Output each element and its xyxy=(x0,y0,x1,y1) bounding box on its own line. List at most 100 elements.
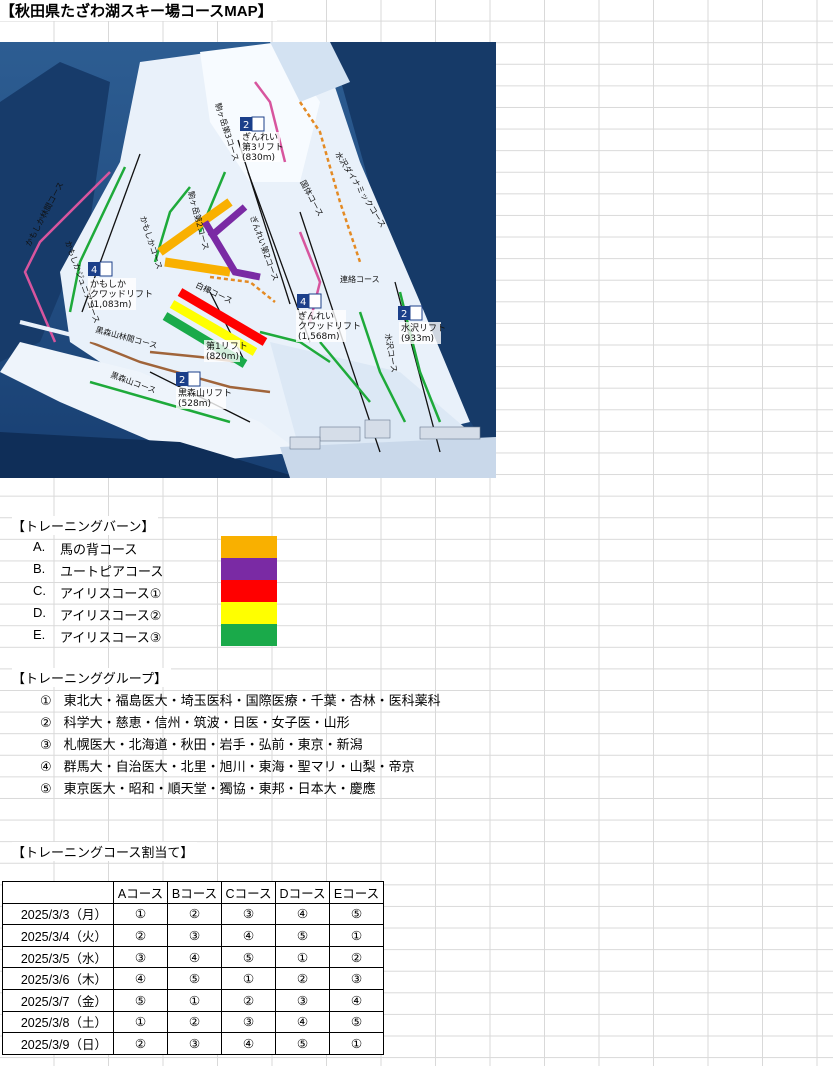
svg-text:かもしか: かもしか xyxy=(90,279,126,290)
group-number: ④ xyxy=(40,759,52,774)
training-groups-heading: 【トレーニンググループ】 xyxy=(12,668,171,687)
group-cell: ⑤ xyxy=(329,902,384,926)
svg-text:第1リフト: 第1リフト xyxy=(206,340,248,352)
group-cell: ⑤ xyxy=(221,945,276,969)
group-members: 東北大・福島医大・埼玉医科・国際医療・千葉・杏林・医科薬科 xyxy=(63,693,441,708)
group-cell: ① xyxy=(329,924,384,947)
group-members: 群馬大・自治医大・北里・旭川・東海・聖マリ・山梨・帝京 xyxy=(63,759,415,774)
lane-name: 馬の背コース xyxy=(60,542,138,557)
group-cell: ③ xyxy=(167,1032,222,1055)
lane-key: A. xyxy=(33,539,46,554)
svg-text:クワッドリフト: クワッドリフト xyxy=(298,321,361,332)
table-row: 2025/3/7（金） ⑤ ① ② ③ ④ xyxy=(2,988,384,1012)
group-number: ⑤ xyxy=(40,781,52,796)
group-cell: ③ xyxy=(113,945,168,969)
group-cell: ⑤ xyxy=(167,967,222,990)
group-cell: ② xyxy=(113,1032,168,1055)
table-row: 2025/3/8（土） ① ② ③ ④ ⑤ xyxy=(2,1010,384,1034)
group-cell: ④ xyxy=(329,988,384,1012)
group-members: 科学大・慈恵・信州・筑波・日医・女子医・山形 xyxy=(63,715,350,730)
table-row: 2025/3/3（月） ① ② ③ ④ ⑤ xyxy=(2,902,384,926)
svg-text:(933m): (933m) xyxy=(401,334,434,344)
group-cell: ① xyxy=(329,1032,384,1055)
svg-text:クワッドリフト: クワッドリフト xyxy=(90,289,153,300)
column-header: Dコース xyxy=(275,881,330,904)
group-cell: ① xyxy=(113,1010,168,1034)
table-header-row: Aコース Bコース Cコース Dコース Eコース xyxy=(2,881,384,904)
assignment-heading: 【トレーニングコース割当て】 xyxy=(12,842,198,861)
group-number: ② xyxy=(40,715,52,730)
group-cell: ③ xyxy=(221,902,276,926)
svg-text:(830m): (830m) xyxy=(242,153,275,163)
svg-text:第3リフト: 第3リフト xyxy=(242,141,284,153)
group-row: ⑤ 東京医大・昭和・順天堂・獨協・東邦・日本大・慶應 xyxy=(40,778,376,800)
group-number: ① xyxy=(40,693,52,708)
lane-row-a: A. 馬の背コース xyxy=(0,536,280,558)
group-cell: ① xyxy=(167,988,222,1012)
group-cell: ④ xyxy=(275,1010,330,1034)
lane-name: アイリスコース③ xyxy=(60,630,162,645)
group-cell: ⑤ xyxy=(113,988,168,1012)
group-row: ③ 札幌医大・北海道・秋田・岩手・弘前・東京・新潟 xyxy=(40,734,363,756)
table-row: 2025/3/4（火） ② ③ ④ ⑤ ① xyxy=(2,924,384,947)
column-header: Cコース xyxy=(221,881,276,904)
group-members: 東京医大・昭和・順天堂・獨協・東邦・日本大・慶應 xyxy=(63,781,376,796)
svg-text:(820m): (820m) xyxy=(206,352,239,362)
group-cell: ② xyxy=(221,988,276,1012)
lane-name: アイリスコース② xyxy=(60,608,162,623)
svg-text:ぎんれい: ぎんれい xyxy=(242,131,278,143)
lane-color-swatch xyxy=(221,602,277,624)
lane-color-swatch xyxy=(221,580,277,602)
table-row: 2025/3/5（水） ③ ④ ⑤ ① ② xyxy=(2,945,384,969)
group-cell: ② xyxy=(113,924,168,947)
lane-key: E. xyxy=(33,627,46,642)
column-header xyxy=(2,881,114,904)
group-cell: ① xyxy=(113,902,168,926)
lane-color-swatch xyxy=(221,624,277,646)
group-cell: ③ xyxy=(329,967,384,990)
group-cell: ① xyxy=(275,945,330,969)
lane-row-e: E. アイリスコース③ xyxy=(0,624,280,646)
svg-text:黒森山リフト: 黒森山リフト xyxy=(178,387,232,399)
group-cell: ② xyxy=(167,1010,222,1034)
group-cell: ④ xyxy=(275,902,330,926)
group-cell: ④ xyxy=(221,924,276,947)
svg-text:ぎんれい: ぎんれい xyxy=(298,310,334,322)
lane-color-swatch xyxy=(221,558,277,580)
date-cell: 2025/3/6（木） xyxy=(2,967,114,990)
course-label: 連絡コース xyxy=(340,274,380,284)
lane-color-swatch xyxy=(221,536,277,558)
svg-text:4: 4 xyxy=(91,265,97,276)
lane-key: C. xyxy=(33,583,46,598)
group-row: ② 科学大・慈恵・信州・筑波・日医・女子医・山形 xyxy=(40,712,350,734)
date-cell: 2025/3/3（月） xyxy=(2,902,114,926)
group-cell: ② xyxy=(275,967,330,990)
group-cell: ④ xyxy=(113,967,168,990)
group-cell: ③ xyxy=(221,1010,276,1034)
course-assignment-table: Aコース Bコース Cコース Dコース Eコース 2025/3/3（月） ① ②… xyxy=(2,881,384,1055)
date-cell: 2025/3/4（火） xyxy=(2,924,114,947)
svg-text:(1,568m): (1,568m) xyxy=(298,332,340,342)
svg-text:4: 4 xyxy=(300,297,306,308)
date-cell: 2025/3/5（水） xyxy=(2,945,114,969)
group-cell: ④ xyxy=(221,1032,276,1055)
table-row: 2025/3/6（木） ④ ⑤ ① ② ③ xyxy=(2,967,384,990)
group-number: ③ xyxy=(40,737,52,752)
date-cell: 2025/3/8（土） xyxy=(2,1010,114,1034)
group-row: ④ 群馬大・自治医大・北里・旭川・東海・聖マリ・山梨・帝京 xyxy=(40,756,415,778)
svg-text:水沢リフト: 水沢リフト xyxy=(401,322,446,334)
group-members: 札幌医大・北海道・秋田・岩手・弘前・東京・新潟 xyxy=(63,737,363,752)
group-cell: ⑤ xyxy=(275,1032,330,1055)
column-header: Aコース xyxy=(113,881,168,904)
lane-name: アイリスコース① xyxy=(60,586,162,601)
group-cell: ③ xyxy=(167,924,222,947)
column-header: Bコース xyxy=(167,881,222,904)
svg-text:2: 2 xyxy=(401,309,407,320)
lane-row-b: B. ユートピアコース xyxy=(0,558,280,580)
ski-course-map-image: 2 ぎんれい 第3リフト (830m) 4 かもしか クワッドリフト (1,08… xyxy=(0,42,496,478)
group-cell: ② xyxy=(167,902,222,926)
group-cell: ② xyxy=(329,945,384,969)
lane-name: ユートピアコース xyxy=(60,564,164,579)
group-cell: ⑤ xyxy=(275,924,330,947)
lane-key: D. xyxy=(33,605,46,620)
